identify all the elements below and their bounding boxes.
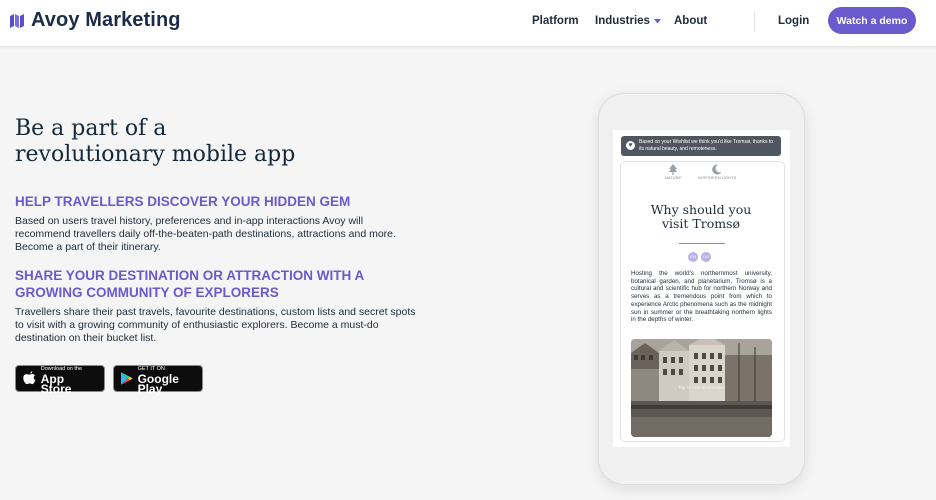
brand-logo[interactable]: Avoy Marketing <box>10 9 181 32</box>
caret-down-icon <box>653 18 661 23</box>
moon-icon <box>712 164 722 175</box>
photo-caption: Tap to view photo/video <box>677 385 726 390</box>
nav-industries-label: Industries <box>595 15 650 27</box>
watch-demo-button[interactable]: Watch a demo <box>828 7 916 34</box>
title-divider <box>679 243 725 244</box>
language-chip-du[interactable]: DU <box>701 252 711 262</box>
nav-divider <box>754 12 755 32</box>
section-heading-discover: HELP TRAVELLERS DISCOVER YOUR HIDDEN GEM <box>15 194 351 209</box>
destination-title-line-1: Why should you <box>650 202 752 217</box>
nav-platform-link[interactable]: Platform <box>532 15 579 27</box>
destination-photo[interactable]: Tap to view photo/video <box>631 339 772 437</box>
hero-title: Be a part of a revolutionary mobile app <box>15 116 435 168</box>
google-play-icon <box>121 372 133 385</box>
destination-description: Hosting the world's northernmost univers… <box>631 270 772 324</box>
login-link[interactable]: Login <box>778 15 809 27</box>
app-store-big-text: App Store <box>40 371 72 396</box>
tag-nature[interactable]: NATURE <box>665 164 681 180</box>
apple-icon <box>23 371 36 385</box>
google-play-badge[interactable]: GET IT ON Google Play <box>113 365 203 396</box>
destination-title-line-2: visit Tromsø <box>661 216 741 231</box>
nav-about-link[interactable]: About <box>674 15 707 27</box>
brand-name: Avoy Marketing <box>31 9 181 31</box>
tag-nature-label: NATURE <box>665 175 682 180</box>
heart-icon: ♥ <box>626 141 635 150</box>
tag-northern-lights-label: NORTHERN LIGHTS <box>698 175 737 180</box>
tree-icon <box>669 164 678 175</box>
google-play-big-text: Google Play <box>137 371 179 396</box>
section-body-discover: Based on users travel history, preferenc… <box>15 215 396 253</box>
map-icon <box>10 13 24 28</box>
recommendation-notice: ♥ Based on your Wishlist we think you'd … <box>621 136 781 156</box>
app-store-badge[interactable]: Download on the App Store <box>15 365 105 396</box>
language-chip-en[interactable]: EN <box>688 252 698 262</box>
tag-northern-lights[interactable]: NORTHERN LIGHTS <box>698 164 736 180</box>
nav-industries-dropdown[interactable]: Industries <box>595 15 661 27</box>
destination-title: Why should you visit Tromsø <box>632 203 770 231</box>
recommendation-text: Based on your Wishlist we think you'd li… <box>639 139 774 152</box>
hero-title-line-2: revolutionary mobile app <box>15 142 296 167</box>
hero-title-line-1: Be a part of a <box>15 116 167 141</box>
language-chips: EN DU <box>688 252 711 262</box>
section-heading-share: SHARE YOUR DESTINATION OR ATTRACTION WIT… <box>15 268 364 300</box>
section-body-share: Travellers share their past travels, fav… <box>15 306 416 344</box>
top-navigation-bar: Avoy Marketing Platform Industries About… <box>0 0 936 47</box>
